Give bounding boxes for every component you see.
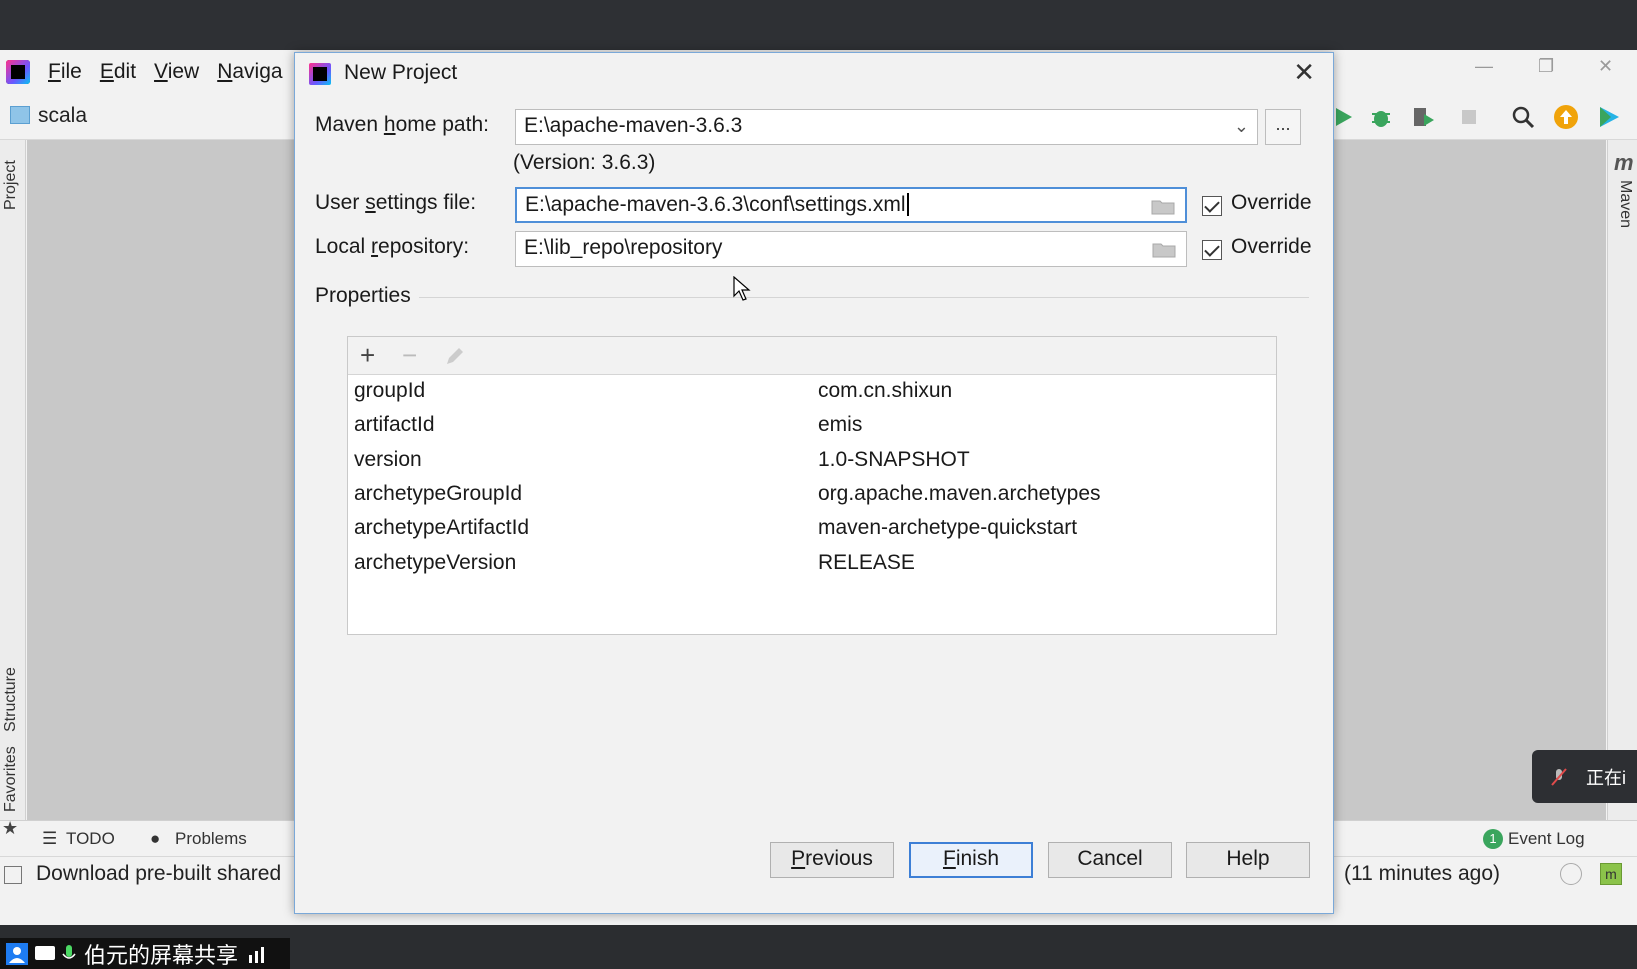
favorites-tool-tab[interactable]: Favorites	[2, 746, 20, 812]
structure-tool-tab[interactable]: Structure	[2, 667, 20, 732]
remove-icon[interactable]: −	[402, 341, 417, 369]
add-icon[interactable]: +	[360, 341, 375, 369]
folder-icon[interactable]	[1152, 241, 1176, 258]
local-repo-override-label[interactable]: Override	[1231, 235, 1312, 259]
stop-icon[interactable]	[1456, 104, 1482, 130]
todo-list-icon: ☰	[42, 829, 58, 848]
window-close-icon[interactable]: ✕	[1598, 56, 1613, 77]
local-repo-input[interactable]: E:\lib_repo\repository	[515, 231, 1187, 267]
property-key: artifactId	[354, 413, 435, 436]
menu-navigate[interactable]: Naviga	[217, 60, 282, 84]
text-caret	[906, 193, 909, 216]
status-checkbox-icon	[4, 866, 22, 884]
table-row[interactable]: artifactId emis	[348, 410, 1276, 444]
power-save-icon[interactable]	[1560, 863, 1582, 885]
folder-icon[interactable]	[1151, 198, 1175, 215]
mouse-cursor-icon	[733, 276, 751, 301]
problems-icon: ●	[150, 829, 161, 848]
maven-home-browse-button[interactable]: ...	[1265, 109, 1301, 145]
table-row[interactable]: archetypeVersion RELEASE	[348, 548, 1276, 582]
menu-file[interactable]: File	[48, 60, 82, 84]
property-value: maven-archetype-quickstart	[818, 516, 1078, 539]
properties-table: + − groupId com.cn.shixun artifactId emi…	[347, 336, 1277, 635]
help-button[interactable]: Help	[1186, 842, 1310, 878]
user-settings-label: User settings file:	[315, 191, 477, 214]
edit-pencil-icon[interactable]	[444, 345, 466, 367]
project-folder-icon	[10, 106, 30, 124]
user-icon	[6, 942, 28, 965]
favorites-star-icon: ★	[2, 818, 19, 838]
project-name[interactable]: scala	[38, 104, 87, 128]
restore-icon[interactable]: ❐	[1538, 56, 1554, 77]
screen-top-bar	[0, 0, 1637, 50]
problems-tab[interactable]: Problems	[175, 829, 247, 849]
properties-toolbar: + −	[348, 337, 1276, 375]
screen-share-bar[interactable]: 伯元的屏幕共享	[0, 938, 290, 969]
property-value: org.apache.maven.archetypes	[818, 482, 1101, 505]
mic-muted-icon	[1551, 767, 1567, 786]
menu-view[interactable]: View	[154, 60, 199, 84]
property-key: version	[354, 448, 422, 471]
project-tool-tab[interactable]: Project	[2, 160, 20, 210]
minimize-icon[interactable]: —	[1475, 56, 1493, 77]
local-repo-override-checkbox[interactable]	[1202, 240, 1222, 260]
menu-edit[interactable]: Edit	[100, 60, 136, 84]
chevron-down-icon[interactable]: ⌄	[1234, 116, 1249, 137]
maven-m-icon: m	[1614, 150, 1634, 175]
finish-button[interactable]: Finish	[909, 842, 1033, 878]
jetbrains-toolbox-icon[interactable]	[1596, 104, 1622, 130]
user-settings-input[interactable]: E:\apache-maven-3.6.3\conf\settings.xml	[515, 187, 1187, 223]
update-icon[interactable]	[1553, 104, 1579, 130]
property-value: com.cn.shixun	[818, 379, 953, 402]
property-key: archetypeArtifactId	[354, 516, 530, 539]
properties-separator	[419, 297, 1309, 298]
table-row[interactable]: groupId com.cn.shixun	[348, 376, 1276, 410]
property-value: 1.0-SNAPSHOT	[818, 448, 970, 471]
event-log-tab[interactable]: Event Log	[1508, 829, 1585, 849]
coverage-icon[interactable]	[1410, 104, 1436, 130]
event-log-badge: 1	[1483, 829, 1503, 849]
screen-icon	[35, 945, 55, 960]
memory-indicator-icon[interactable]: m	[1600, 863, 1622, 885]
table-row[interactable]: version 1.0-SNAPSHOT	[348, 445, 1276, 479]
intellij-logo-icon	[6, 60, 30, 84]
recording-indicator[interactable]: 正在i	[1532, 750, 1637, 803]
share-text: 伯元的屏幕共享	[84, 942, 239, 968]
debug-icon[interactable]	[1368, 104, 1394, 130]
maven-home-value: E:\apache-maven-3.6.3	[524, 114, 743, 137]
properties-heading: Properties	[315, 284, 411, 307]
table-row[interactable]: archetypeGroupId org.apache.maven.archet…	[348, 479, 1276, 513]
dialog-titlebar: New Project ✕	[295, 53, 1333, 95]
intellij-dialog-logo-icon	[309, 63, 331, 85]
property-key: archetypeGroupId	[354, 482, 523, 505]
property-value: emis	[818, 413, 863, 436]
right-tool-strip: m Maven	[1607, 140, 1637, 820]
user-settings-value: E:\apache-maven-3.6.3\conf\settings.xml	[525, 193, 906, 216]
new-project-dialog: New Project ✕ Maven home path: E:\apache…	[294, 52, 1334, 914]
local-repo-value: E:\lib_repo\repository	[524, 236, 723, 259]
search-icon[interactable]	[1510, 104, 1536, 130]
maven-version-text: (Version: 3.6.3)	[513, 151, 656, 174]
dialog-close-icon[interactable]: ✕	[1293, 57, 1315, 88]
cancel-button[interactable]: Cancel	[1048, 842, 1172, 878]
local-repo-label: Local repository:	[315, 235, 470, 258]
property-value: RELEASE	[818, 551, 915, 574]
previous-button[interactable]: Previous	[770, 842, 894, 878]
user-settings-override-label[interactable]: Override	[1231, 191, 1312, 215]
status-message[interactable]: Download pre-built shared	[36, 862, 281, 886]
property-key: archetypeVersion	[354, 551, 517, 574]
user-settings-override-checkbox[interactable]	[1202, 196, 1222, 216]
maven-home-label: Maven home path:	[315, 113, 489, 136]
left-tool-strip: Project Structure	[0, 140, 26, 820]
dialog-title: New Project	[344, 61, 458, 84]
table-row[interactable]: archetypeArtifactId maven-archetype-quic…	[348, 513, 1276, 547]
maven-home-combobox[interactable]: E:\apache-maven-3.6.3 ⌄	[515, 109, 1258, 145]
maven-tool-tab[interactable]: Maven	[1616, 180, 1634, 228]
property-key: groupId	[354, 379, 426, 402]
signal-icon	[249, 946, 265, 963]
mic-icon	[62, 944, 76, 959]
todo-tab[interactable]: TODO	[66, 829, 115, 849]
status-time: (11 minutes ago)	[1344, 862, 1501, 885]
recording-text: 正在i	[1586, 767, 1626, 788]
